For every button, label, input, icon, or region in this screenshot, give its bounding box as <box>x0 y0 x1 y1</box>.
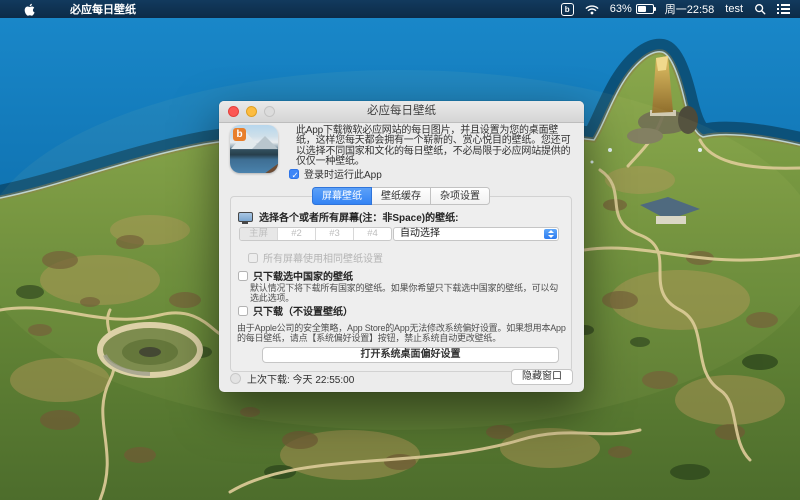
tab-screen-wallpaper[interactable]: 屏幕壁纸 <box>312 187 372 205</box>
same-wallpaper-checkbox: 所有屏幕使用相同壁纸设置 <box>248 250 383 265</box>
menubar-app-name[interactable]: 必应每日壁纸 <box>70 1 136 17</box>
screen-select-label: 选择各个或者所有屏幕(注：非Space)的壁纸: <box>259 209 458 224</box>
checkbox-checked[interactable] <box>289 169 299 179</box>
last-download-status: 上次下载: 今天 22:55:00 <box>247 371 354 386</box>
chevron-up-icon <box>548 230 554 233</box>
apple-icon <box>24 3 35 16</box>
notification-center-item[interactable] <box>777 4 790 14</box>
bing-wallpaper-status-item[interactable]: b <box>561 3 574 16</box>
run-at-login-label: 登录时运行此App <box>304 166 382 181</box>
progress-spinner-icon <box>230 373 241 384</box>
app-description: 此App下载微软必应网站的每日图片，并且设置为您的桌面壁纸，这样您每天都会拥有一… <box>296 126 576 167</box>
checkbox-unchecked[interactable] <box>238 271 248 281</box>
country-dropdown-value: 自动选择 <box>394 228 558 241</box>
checkmark-icon <box>290 170 300 180</box>
segment-main-screen[interactable]: 主屏 <box>240 228 277 240</box>
battery-icon <box>636 4 654 14</box>
bing-wallpaper-settings-window: 必应每日壁纸 此App下载微软必应网站的每日图片，并且设置为您的桌面壁纸，这样您… <box>219 101 584 392</box>
battery-percent: 63% <box>610 3 632 15</box>
close-button[interactable] <box>228 106 239 117</box>
security-notice-text: 由于Apple公司的安全策略，App Store的App无法修改系统偏好设置。如… <box>237 324 568 344</box>
checkbox-disabled-checked <box>248 253 258 263</box>
segment-screen-4[interactable]: #4 <box>353 228 391 240</box>
chevron-down-icon <box>548 235 554 238</box>
selected-country-only-checkbox[interactable]: 只下载选中国家的壁纸 <box>238 268 353 283</box>
hide-window-button[interactable]: 隐藏窗口 <box>511 369 573 385</box>
bing-badge-icon <box>233 128 246 141</box>
tab-wallpaper-cache[interactable]: 壁纸缓存 <box>372 187 431 205</box>
wifi-status-item[interactable] <box>585 4 599 15</box>
checkbox-unchecked[interactable] <box>238 306 248 316</box>
battery-status-item[interactable]: 63% <box>610 3 654 15</box>
desktop: 必应每日壁纸 b 63% 周一22:58 <box>0 0 800 500</box>
open-system-prefs-button[interactable]: 打开系统桌面偏好设置 <box>262 347 559 363</box>
segment-screen-2[interactable]: #2 <box>277 228 315 240</box>
download-only-label: 只下载（不设置壁纸） <box>253 303 353 318</box>
country-dropdown[interactable]: 自动选择 <box>393 227 559 241</box>
run-at-login-checkbox[interactable]: 登录时运行此App <box>289 166 382 181</box>
status-row: 上次下载: 今天 22:55:00 <box>230 371 354 386</box>
same-wallpaper-label: 所有屏幕使用相同壁纸设置 <box>263 250 383 265</box>
dropdown-stepper-icon[interactable] <box>544 229 557 239</box>
apple-menu[interactable] <box>14 3 44 16</box>
selected-country-help-text: 默认情况下将下载所有国家的壁纸。如果你希望只下载选中国家的壁纸，可以勾选此选项。 <box>250 283 566 303</box>
spotlight-item[interactable] <box>754 3 766 15</box>
mountain-icon <box>252 136 278 149</box>
menubar-username[interactable]: test <box>725 3 743 15</box>
settings-group-box: 屏幕壁纸 壁纸缓存 杂项设置 选择各个或者所有屏幕(注：非Space)的壁纸: … <box>230 196 572 372</box>
display-icon <box>238 212 253 222</box>
screen-segmented-control[interactable]: 主屏 #2 #3 #4 <box>239 227 392 241</box>
search-icon <box>754 3 766 15</box>
menubar-clock[interactable]: 周一22:58 <box>665 1 715 17</box>
bing-menubar-icon: b <box>561 3 574 16</box>
app-icon <box>230 125 278 173</box>
tab-bar: 屏幕壁纸 壁纸缓存 杂项设置 <box>312 187 490 205</box>
page-curl-icon <box>264 163 278 173</box>
download-only-checkbox[interactable]: 只下载（不设置壁纸） <box>238 303 353 318</box>
window-titlebar[interactable]: 必应每日壁纸 <box>219 101 584 123</box>
menu-bar: 必应每日壁纸 b 63% 周一22:58 <box>0 0 800 18</box>
segment-screen-3[interactable]: #3 <box>315 228 353 240</box>
zoom-button <box>264 106 275 117</box>
screen-select-header: 选择各个或者所有屏幕(注：非Space)的壁纸: <box>238 209 458 224</box>
wifi-icon <box>585 4 599 15</box>
minimize-button[interactable] <box>246 106 257 117</box>
notification-center-icon <box>777 4 790 14</box>
selected-country-only-label: 只下载选中国家的壁纸 <box>253 268 353 283</box>
tab-misc-settings[interactable]: 杂项设置 <box>431 187 490 205</box>
